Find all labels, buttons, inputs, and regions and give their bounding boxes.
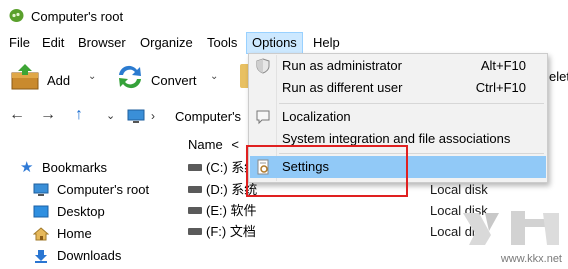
menu-item-localization[interactable]: Localization [250, 106, 546, 128]
convert-icon [119, 65, 141, 89]
up-arrow-icon[interactable]: ↑ [75, 106, 83, 124]
menu-organize[interactable]: Organize [135, 32, 198, 54]
computer-icon [33, 183, 49, 196]
tree-item-home[interactable]: Home [33, 224, 178, 244]
menu-item-label: Run as administrator [282, 58, 402, 73]
add-archive-icon [11, 64, 39, 90]
speech-bubble-icon [256, 110, 270, 125]
menu-tools[interactable]: Tools [202, 32, 242, 54]
menu-separator [279, 103, 544, 104]
column-header-name[interactable]: Name < [188, 137, 239, 152]
drive-icon [188, 228, 202, 235]
tree-item-label: Desktop [57, 204, 105, 219]
convert-button[interactable]: Convert ⌄ [112, 58, 228, 96]
watermark-logo [463, 211, 559, 245]
tree-item-label: Downloads [57, 248, 122, 263]
tree-item-desktop[interactable]: Desktop [33, 202, 178, 222]
desktop-icon [33, 205, 49, 218]
download-arrow-icon [35, 250, 47, 263]
drive-name: (E:) 软件 [206, 203, 257, 218]
tree-item-computers-root[interactable]: Computer's root [33, 180, 178, 200]
drive-icon [188, 186, 202, 193]
add-label: Add [47, 73, 71, 88]
menu-browser[interactable]: Browser [73, 32, 131, 54]
breadcrumb-computer[interactable]: Computer's [175, 109, 241, 124]
title-bar: Computer's root [0, 0, 568, 32]
menu-help[interactable]: Help [308, 32, 345, 54]
menu-edit[interactable]: Edit [37, 32, 69, 54]
annotation-highlight-box [246, 145, 408, 197]
add-button[interactable]: Add ⌄ [6, 58, 101, 96]
back-arrow-icon[interactable]: ← [9, 106, 25, 124]
menu-item-label: Localization [282, 109, 351, 124]
watermark-text: www.kkx.net [500, 253, 562, 265]
tree-item-downloads[interactable]: Downloads [33, 246, 178, 266]
forward-arrow-icon[interactable]: → [40, 106, 56, 124]
drive-name: (F:) 文档 [206, 224, 256, 239]
menu-bar: File Edit Browser Organize Tools Options… [0, 32, 568, 54]
history-dropdown-icon[interactable]: ⌄ [106, 109, 115, 122]
column-header-label: Name [188, 137, 223, 152]
drive-icon [188, 164, 202, 171]
window-title: Computer's root [31, 9, 124, 24]
breadcrumb-separator-icon[interactable]: › [151, 109, 155, 123]
star-icon: ★ [20, 159, 34, 176]
menu-item-shortcut: Alt+F10 [480, 58, 526, 73]
tree-item-label: Computer's root [57, 182, 150, 197]
drive-icon [188, 207, 202, 214]
tree-item-label: Home [57, 226, 92, 241]
menu-item-label: Run as different user [282, 80, 403, 95]
menu-item-run-as-admin[interactable]: Run as administrator Alt+F10 [250, 55, 546, 77]
add-dropdown-caret-icon[interactable]: ⌄ [88, 71, 96, 82]
shield-icon [256, 58, 270, 74]
computer-icon [127, 109, 145, 123]
app-logo-icon [9, 9, 24, 22]
menu-file[interactable]: File [4, 32, 35, 54]
menu-item-shortcut: Ctrl+F10 [475, 80, 526, 95]
navigation-pane: ★ Bookmarks Computer's root Desktop Home… [0, 150, 180, 269]
convert-dropdown-caret-icon[interactable]: ⌄ [210, 71, 218, 82]
menu-item-run-as-different-user[interactable]: Run as different user Ctrl+F10 [250, 77, 546, 99]
delete-label-partial[interactable]: elete [549, 69, 568, 84]
tree-item-bookmarks[interactable]: ★ Bookmarks [18, 158, 168, 178]
tree-item-label: Bookmarks [42, 160, 108, 175]
convert-label: Convert [151, 73, 197, 88]
menu-options[interactable]: Options [246, 32, 303, 54]
sort-arrow-icon: < [231, 137, 239, 152]
home-icon [33, 227, 49, 241]
file-type: Local disk [430, 182, 488, 197]
